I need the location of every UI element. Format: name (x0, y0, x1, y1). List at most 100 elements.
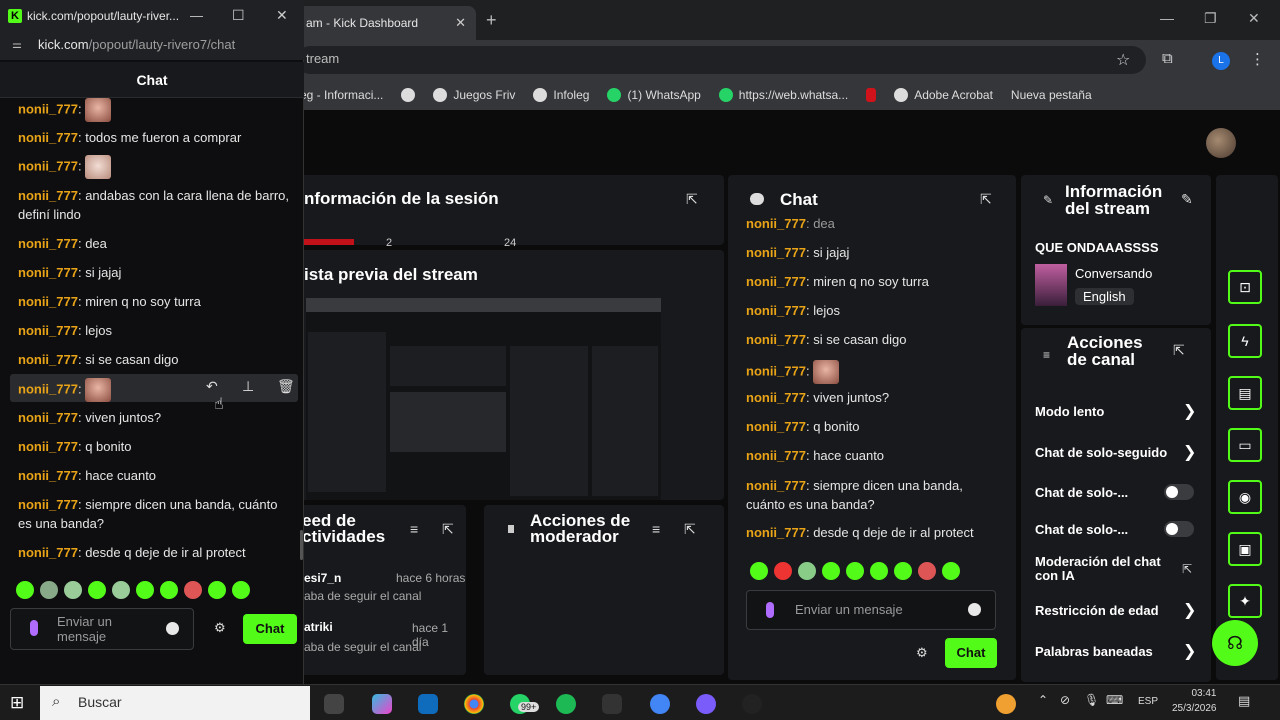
emote-icon[interactable] (64, 581, 82, 599)
maximize-icon[interactable]: ☐ (232, 7, 245, 24)
support-headset-icon[interactable]: ☊ (1212, 620, 1258, 666)
mic-icon[interactable] (30, 620, 38, 636)
app-icon[interactable] (742, 694, 762, 714)
keyboard-icon[interactable]: ⌨ (1106, 693, 1123, 707)
reply-icon[interactable]: ↶ (206, 378, 218, 395)
extensions-icon[interactable]: ⧉ (1162, 50, 1173, 67)
layout-icon[interactable]: ▣ (1228, 532, 1262, 566)
emote-icon[interactable] (846, 562, 864, 580)
lightning-icon[interactable]: ϟ (1228, 324, 1262, 358)
emote-icon[interactable] (822, 562, 840, 580)
site-settings-icon[interactable]: ⚌ (12, 38, 22, 51)
action-banned-words[interactable]: Palabras baneadas (1035, 644, 1153, 659)
popout-icon[interactable]: ⇱ (442, 521, 454, 538)
url-input[interactable]: tream (296, 46, 1146, 74)
notifications-icon[interactable]: ▤ (1238, 693, 1250, 709)
taskbar-search[interactable]: Buscar (40, 686, 310, 720)
chevron-right-icon[interactable]: ❯ (1183, 641, 1196, 661)
action-age-restriction[interactable]: Restricción de edad (1035, 603, 1159, 618)
emote-icon[interactable] (16, 581, 34, 599)
network-icon[interactable]: ⊘ (1060, 693, 1070, 707)
minimize-icon[interactable]: — (190, 8, 203, 23)
emote-icon[interactable] (88, 581, 106, 599)
send-chat-button[interactable]: Chat (243, 614, 297, 644)
action-slow-mode[interactable]: Modo lento (1035, 404, 1104, 419)
spotify-icon[interactable] (556, 694, 576, 714)
browser-tab[interactable]: am - Kick Dashboard ✕ (296, 6, 476, 40)
chrome-icon[interactable] (464, 694, 484, 714)
filter-icon[interactable]: ≡ (652, 521, 660, 537)
edit-icon[interactable]: ✎ (1181, 191, 1193, 208)
emote-icon[interactable] (40, 581, 58, 599)
emote-icon[interactable] (798, 562, 816, 580)
weather-icon[interactable] (996, 694, 1016, 714)
emote-icon[interactable] (750, 562, 768, 580)
bookmark-item[interactable]: https://web.whatsa... (718, 88, 848, 102)
popout-icon[interactable]: ⇱ (684, 521, 696, 538)
tray-chevron-icon[interactable]: ⌃ (1038, 693, 1048, 707)
taskbar-clock[interactable]: 03:41 25/3/2026 (1172, 686, 1217, 716)
bookmark-item[interactable] (401, 88, 416, 102)
new-tab-icon[interactable]: + (486, 10, 497, 31)
outlook-icon[interactable] (418, 694, 438, 714)
language-indicator[interactable]: ESP (1138, 696, 1158, 707)
emote-icon[interactable] (160, 581, 178, 599)
emote-icon[interactable] (918, 562, 936, 580)
minimize-icon[interactable]: — (1160, 10, 1174, 26)
restore-icon[interactable]: ❐ (1204, 10, 1217, 27)
action-followers-only[interactable]: Chat de solo-seguido (1035, 445, 1173, 460)
toggle-switch[interactable] (1164, 484, 1194, 500)
bookmark-item[interactable]: Adobe Acrobat (894, 88, 993, 102)
microphone-icon[interactable]: 🎙 (1084, 693, 1099, 707)
messenger-icon[interactable] (696, 694, 716, 714)
bookmark-item[interactable]: eg - Informaci... (300, 88, 383, 102)
close-window-icon[interactable]: ✕ (276, 7, 288, 24)
popout-icon[interactable]: ⇱ (980, 191, 992, 208)
close-tab-icon[interactable]: ✕ (455, 15, 466, 31)
mic-icon[interactable] (766, 602, 774, 618)
emote-icon[interactable] (208, 581, 226, 599)
emoji-icon[interactable] (166, 622, 179, 635)
emote-icon[interactable] (184, 581, 202, 599)
send-chat-button[interactable]: Chat (945, 638, 997, 668)
chat-icon[interactable]: ▭ (1228, 428, 1262, 462)
emote-icon[interactable] (894, 562, 912, 580)
scrollbar[interactable] (300, 530, 303, 560)
chevron-right-icon[interactable]: ❯ (1183, 600, 1196, 620)
emote-icon[interactable] (112, 581, 130, 599)
bookmark-item[interactable]: Juegos Friv (433, 88, 515, 102)
profile-avatar[interactable]: L (1212, 52, 1230, 70)
broadcast-icon[interactable]: ◉ (1228, 480, 1262, 514)
pin-icon[interactable]: ⊥ (242, 378, 254, 395)
chrome-profile-icon[interactable] (650, 694, 670, 714)
wrench-icon[interactable]: ✦ (1228, 584, 1262, 618)
settings-gear-icon[interactable]: ⚙ (214, 620, 226, 636)
popout-icon[interactable]: ⇱ (686, 191, 698, 208)
action-subscribers-only[interactable]: Chat de solo-... (1035, 485, 1128, 500)
bookmark-item[interactable]: Nueva pestaña (1011, 88, 1092, 102)
close-window-icon[interactable]: ✕ (1248, 10, 1260, 27)
menu-icon[interactable]: ⋮ (1250, 50, 1265, 68)
toggle-switch[interactable] (1164, 521, 1194, 537)
user-avatar[interactable] (1206, 128, 1236, 158)
note-icon[interactable]: ▤ (1228, 376, 1262, 410)
popout-icon[interactable]: ⇱ (1173, 342, 1185, 359)
bookmark-item[interactable]: (1) WhatsApp (607, 88, 701, 102)
bookmark-item[interactable]: Infoleg (533, 88, 589, 102)
emote-icon[interactable] (232, 581, 250, 599)
bookmark-item[interactable] (866, 88, 877, 102)
focus-icon[interactable]: ⊡ (1228, 270, 1262, 304)
chat-input[interactable]: Enviar un mensaje (746, 590, 996, 630)
chevron-right-icon[interactable]: ❯ (1183, 401, 1196, 421)
feed-user[interactable]: esi7_n (304, 571, 341, 585)
copilot-icon[interactable] (372, 694, 392, 714)
external-link-icon[interactable]: ⇱ (1182, 562, 1192, 576)
star-icon[interactable]: ☆ (1116, 50, 1130, 70)
settings-gear-icon[interactable]: ⚙ (916, 645, 928, 661)
feed-user[interactable]: atriki (304, 620, 333, 634)
popout-url-bar[interactable]: kick.com/popout/lauty-rivero7/chat (0, 32, 304, 60)
emote-icon[interactable] (942, 562, 960, 580)
chevron-right-icon[interactable]: ❯ (1183, 442, 1196, 462)
capcut-icon[interactable] (602, 694, 622, 714)
action-ai-moderation[interactable]: Moderación del chat con IA (1035, 555, 1165, 583)
